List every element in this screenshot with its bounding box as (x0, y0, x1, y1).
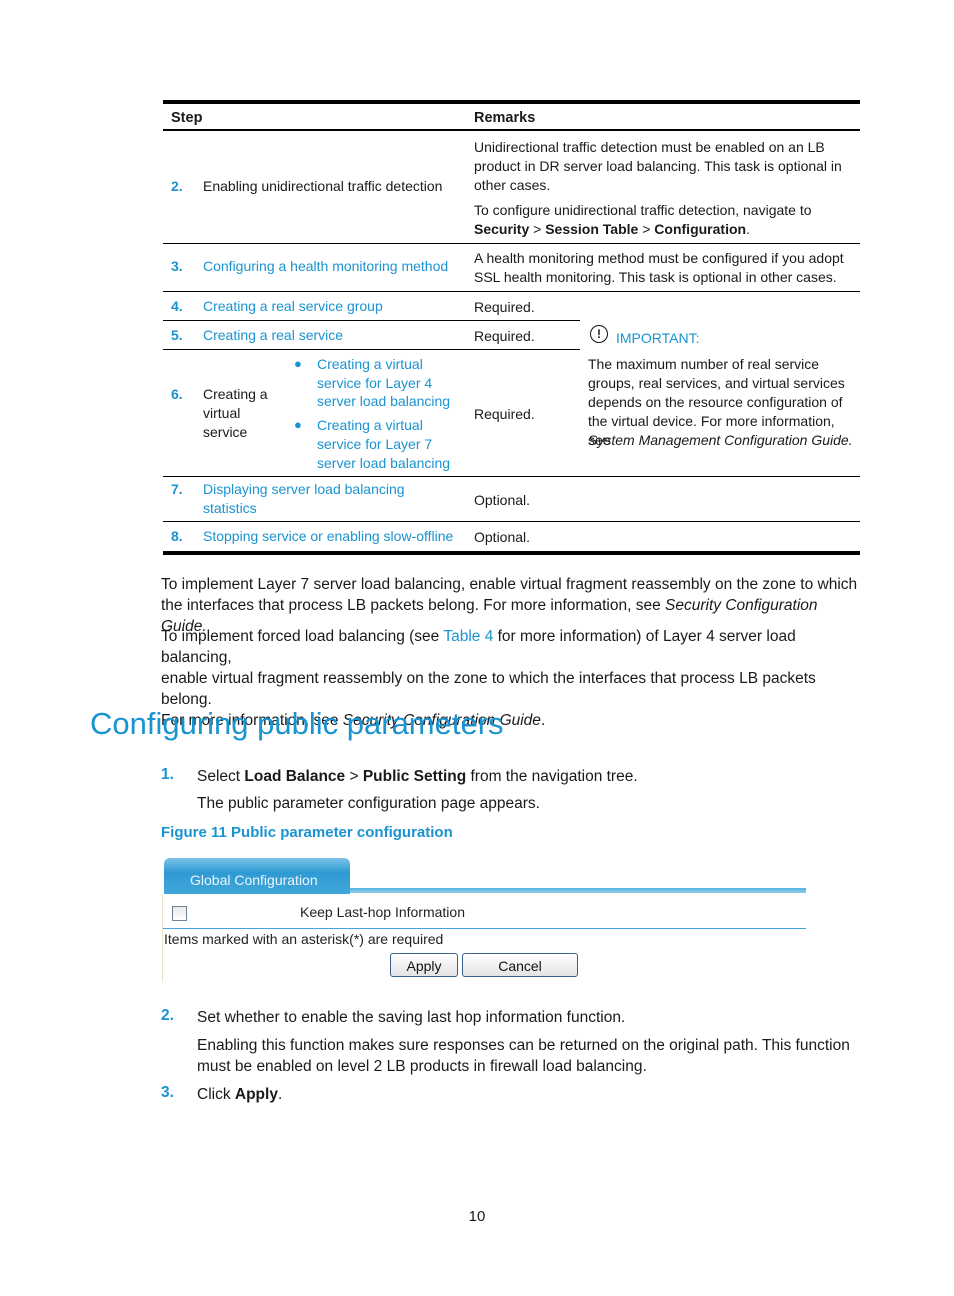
exclamation-circle-icon: ! (590, 325, 608, 343)
menu-path-item: Load Balance (244, 768, 346, 785)
step-text: Set whether to enable the saving last ho… (197, 1009, 626, 1026)
step-text: virtual (203, 405, 241, 421)
remarks-line: Unidirectional traffic detection must be… (474, 139, 825, 155)
cancel-button[interactable]: Cancel (462, 953, 578, 977)
remarks-cell: Required. (474, 406, 535, 422)
step-number: 2. (171, 178, 183, 194)
table-header-rule (163, 129, 860, 131)
step-number: 6. (171, 386, 183, 402)
sub-step-link[interactable]: Creating a virtual (317, 355, 423, 374)
paragraph-line: To implement Layer 7 server load balanci… (161, 576, 858, 593)
step-subtext: must be enabled on level 2 LB products i… (197, 1058, 647, 1075)
tab-bar-rule (350, 888, 806, 893)
row-divider (163, 349, 580, 350)
apply-button[interactable]: Apply (390, 953, 458, 977)
step-link[interactable]: Creating a real service (203, 326, 343, 345)
keep-last-hop-checkbox[interactable] (172, 906, 187, 921)
sub-step-link[interactable]: service for Layer 4 (317, 374, 432, 393)
important-text: depends on the resource configuration of (588, 394, 843, 410)
nav-sep: > (533, 221, 542, 237)
step-text: Select Load Balance > Public Setting fro… (197, 768, 638, 785)
table-top-rule (163, 100, 860, 104)
step-number: 1. (161, 766, 174, 783)
row-divider (163, 320, 580, 321)
step-link[interactable]: Stopping service or enabling slow-offlin… (203, 527, 453, 546)
nav-path-item: Configuration (654, 221, 747, 237)
step-number: 3. (161, 1084, 174, 1101)
remarks-cell: Required. (474, 328, 535, 344)
table-4-link[interactable]: Table 4 (443, 628, 493, 645)
remarks-line: To configure unidirectional traffic dete… (474, 202, 812, 218)
step-subtext: The public parameter configuration page … (197, 795, 540, 812)
step-subtext: Enabling this function makes sure respon… (197, 1037, 850, 1054)
sub-step-link[interactable]: service for Layer 7 (317, 435, 432, 454)
nav-path: Security > Session Table > Configuration… (474, 221, 750, 237)
apply-ref: Apply (234, 1086, 278, 1103)
step-number: 7. (171, 481, 183, 497)
step-number: 2. (161, 1007, 174, 1024)
row-divider (163, 243, 860, 244)
step-text: Click Apply. (197, 1086, 283, 1103)
page-number: 10 (468, 1208, 486, 1225)
row-divider (163, 476, 860, 477)
step-text: Creating a (203, 386, 268, 402)
remarks-line: A health monitoring method must be confi… (474, 250, 844, 266)
nav-path-item: Session Table (545, 221, 639, 237)
row-divider (163, 521, 860, 522)
remarks-cell: Optional. (474, 492, 531, 508)
keep-last-hop-label: Keep Last-hop Information (300, 904, 465, 920)
panel-edge (162, 894, 163, 982)
row-divider (163, 291, 860, 292)
nav-sep: > (642, 221, 651, 237)
important-text: groups, real services, and virtual servi… (588, 375, 845, 391)
step-text: service (203, 424, 248, 440)
paragraph-line: enable virtual fragment reassembly on th… (161, 670, 816, 708)
step-number: 5. (171, 327, 183, 343)
step-link[interactable]: Displaying server load balancing (203, 480, 405, 499)
sub-step-link[interactable]: Creating a virtual (317, 416, 423, 435)
separator (163, 928, 806, 929)
remarks-cell: Required. (474, 299, 535, 315)
step-number: 3. (171, 258, 183, 274)
remarks-line: product in DR server load balancing. Thi… (474, 158, 842, 174)
table-bottom-rule (163, 551, 860, 555)
menu-path-item: Public Setting (362, 768, 467, 785)
step-number: 8. (171, 528, 183, 544)
important-guide-ref: System Management Configuration Guide. (588, 432, 853, 448)
bullet-icon: ● (294, 417, 302, 432)
bullet-icon: ● (294, 356, 302, 371)
header-remarks: Remarks (474, 110, 536, 126)
step-link[interactable]: statistics (203, 499, 257, 518)
step-text: Enabling unidirectional traffic detectio… (203, 178, 443, 194)
section-title: Configuring public parameters (90, 706, 504, 741)
remarks-cell: Optional. (474, 529, 531, 545)
public-parameter-config-figure: Global Configuration Keep Last-hop Infor… (162, 856, 808, 984)
paragraph-line: To implement forced load balancing (see … (161, 628, 796, 666)
figure-caption: Figure 11 Public parameter configuration (161, 824, 453, 841)
important-label: IMPORTANT: (616, 330, 700, 346)
important-text: The maximum number of real service (588, 356, 820, 372)
tab-global-configuration[interactable]: Global Configuration (164, 858, 350, 894)
step-number: 4. (171, 298, 183, 314)
remarks-line: SSL health monitoring. This task is opti… (474, 269, 837, 285)
sub-step-link[interactable]: server load balancing (317, 392, 450, 411)
nav-path-item: Security (474, 221, 530, 237)
step-link[interactable]: Creating a real service group (203, 297, 383, 316)
remarks-line: other cases. (474, 177, 551, 193)
header-step: Step (171, 110, 203, 126)
required-note: Items marked with an asterisk(*) are req… (164, 931, 444, 947)
sub-step-link[interactable]: server load balancing (317, 454, 450, 473)
step-link[interactable]: Configuring a health monitoring method (203, 257, 448, 276)
